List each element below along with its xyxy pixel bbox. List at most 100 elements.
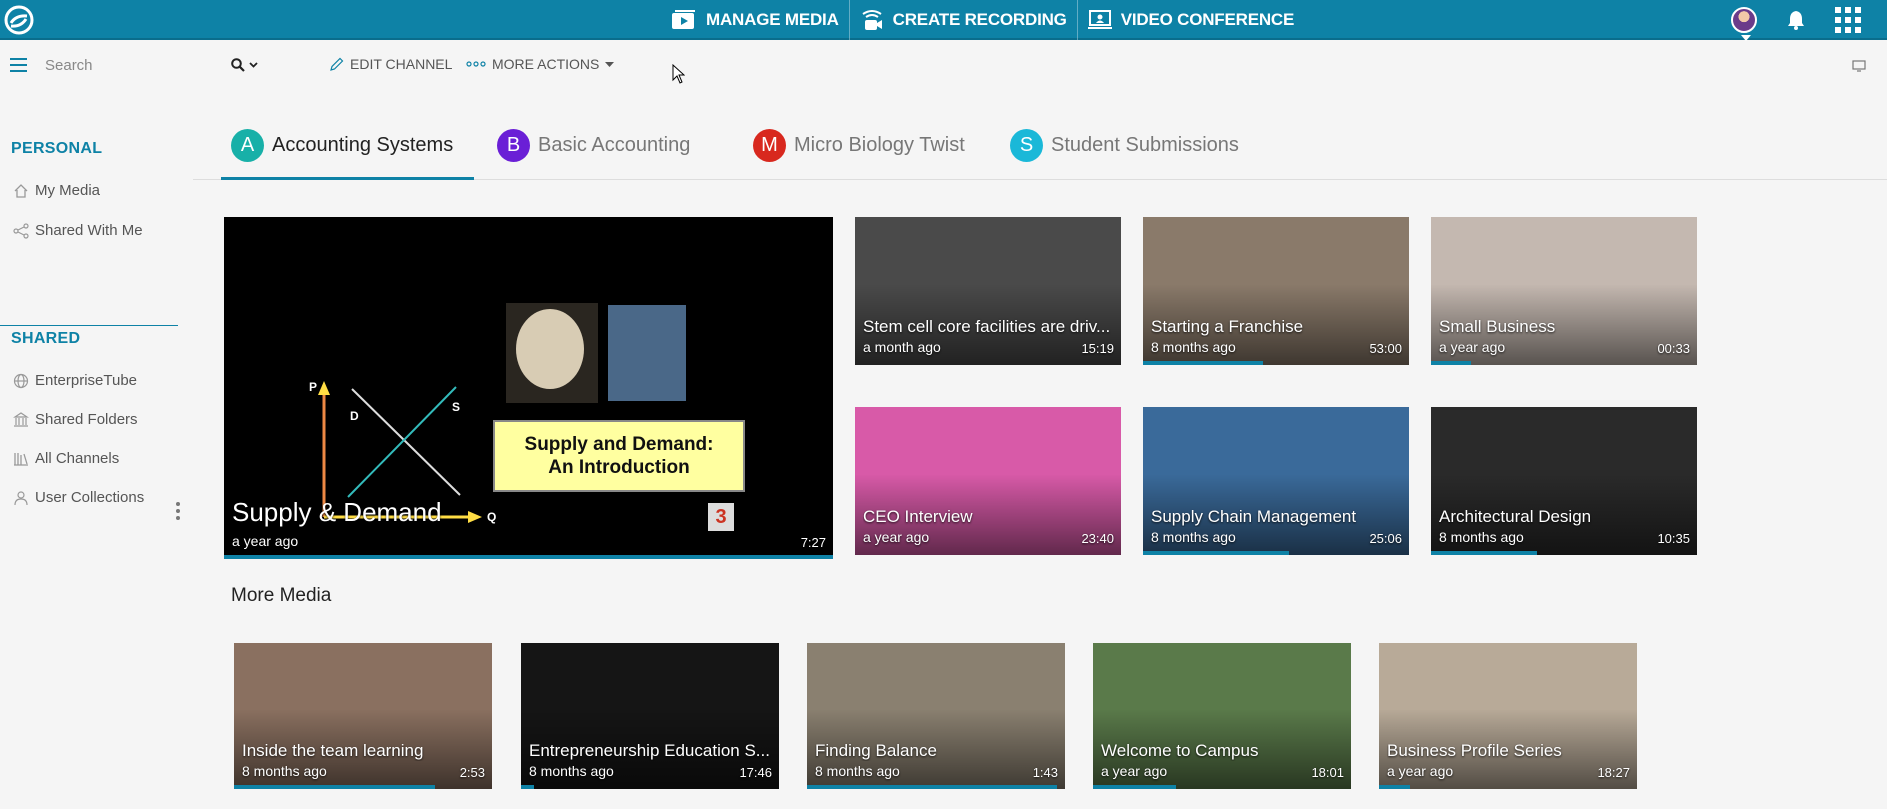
sidebar-item-enterprisetube[interactable]: EnterpriseTube xyxy=(13,372,137,389)
video-card[interactable]: Architectural Design 8 months ago 10:35 xyxy=(1431,407,1697,555)
video-ago: 8 months ago xyxy=(1151,339,1236,355)
edit-channel-label: EDIT CHANNEL xyxy=(350,56,453,72)
create-recording-label: CREATE RECORDING xyxy=(892,10,1067,29)
library-icon xyxy=(14,452,28,466)
screen-icon[interactable] xyxy=(1852,60,1866,72)
top-navigation: MANAGE MEDIA CREATE RECORDING VIDEO CONF… xyxy=(661,0,1304,40)
more-options-icon[interactable] xyxy=(176,502,180,523)
video-card[interactable]: Supply Chain Management 8 months ago 25:06 xyxy=(1143,407,1409,555)
more-actions-button[interactable]: MORE ACTIONS xyxy=(466,56,615,72)
video-ago: 8 months ago xyxy=(529,763,614,779)
supply-label: S xyxy=(452,400,461,414)
recording-icon xyxy=(862,10,882,30)
more-actions-label: MORE ACTIONS xyxy=(492,56,600,72)
sidebar-item-label: User Collections xyxy=(35,489,145,506)
progress-bar xyxy=(1379,785,1410,789)
video-title: Stem cell core facilities are driv... xyxy=(863,317,1111,336)
progress-bar xyxy=(224,555,833,559)
tab-avatar: M xyxy=(753,129,786,162)
video-duration: 18:27 xyxy=(1597,765,1630,780)
slide-title-line: Supply and Demand: xyxy=(524,434,714,455)
video-title: Supply & Demand xyxy=(232,497,442,527)
progress-bar xyxy=(1143,551,1290,555)
search-icon xyxy=(231,58,245,72)
video-ago: 8 months ago xyxy=(1439,529,1524,545)
tab-basic-accounting[interactable]: B Basic Accounting xyxy=(497,120,690,180)
tab-label: Student Submissions xyxy=(1051,134,1239,156)
video-card[interactable]: Inside the team learning 8 months ago 2:53 xyxy=(234,643,492,789)
video-duration: 2:53 xyxy=(459,765,485,780)
progress-bar xyxy=(521,785,534,789)
video-conference-button[interactable]: VIDEO CONFERENCE xyxy=(1078,0,1304,40)
video-title: Finding Balance xyxy=(815,741,937,760)
video-card[interactable]: Welcome to Campus a year ago 18:01 xyxy=(1093,643,1351,789)
bell-icon[interactable] xyxy=(1787,10,1805,30)
video-card[interactable]: CEO Interview a year ago 23:40 xyxy=(855,407,1121,555)
sidebar-divider xyxy=(0,325,178,326)
sidebar-item-label: Shared With Me xyxy=(35,222,143,239)
mouse-cursor-icon xyxy=(672,64,685,84)
video-ago: a month ago xyxy=(863,339,941,355)
video-card[interactable]: Stem cell core facilities are driv... a m… xyxy=(855,217,1121,365)
pencil-icon xyxy=(330,57,344,71)
video-duration: 17:46 xyxy=(739,765,772,780)
sidebar-item-label: My Media xyxy=(35,182,101,199)
personal-section-title: PERSONAL xyxy=(11,140,103,157)
video-duration: 10:35 xyxy=(1657,531,1690,546)
edit-channel-button[interactable]: EDIT CHANNEL xyxy=(329,56,452,72)
manage-media-button[interactable]: MANAGE MEDIA xyxy=(661,0,849,40)
demand-label: D xyxy=(350,409,359,423)
slide-title: Supply and Demand: An Introduction xyxy=(494,433,744,479)
tab-student-submissions[interactable]: S Student Submissions xyxy=(1010,120,1239,180)
sidebar-item-my-media[interactable]: My Media xyxy=(13,182,100,199)
manage-media-label: MANAGE MEDIA xyxy=(706,10,839,29)
video-duration: 25:06 xyxy=(1369,531,1402,546)
search-button[interactable] xyxy=(231,58,258,72)
conference-icon xyxy=(1087,10,1112,29)
featured-video-card[interactable]: P Q D S Supply and Demand: An Introducti… xyxy=(224,217,833,559)
user-icon xyxy=(14,490,28,505)
video-ago: a year ago xyxy=(863,529,930,545)
shared-section-title: SHARED xyxy=(11,330,81,347)
axis-p-label: P xyxy=(309,380,318,394)
menu-icon[interactable] xyxy=(10,58,27,72)
video-duration: 18:01 xyxy=(1311,765,1344,780)
video-title: Welcome to Campus xyxy=(1101,741,1259,760)
sidebar-item-label: All Channels xyxy=(35,450,120,467)
video-title: Architectural Design xyxy=(1439,507,1592,526)
progress-bar xyxy=(1093,785,1176,789)
home-icon xyxy=(14,183,28,198)
video-card[interactable]: Business Profile Series a year ago 18:27 xyxy=(1379,643,1637,789)
video-title: Small Business xyxy=(1439,317,1556,336)
sidebar-item-shared-folders[interactable]: Shared Folders xyxy=(13,411,138,428)
video-ago: 8 months ago xyxy=(242,763,327,779)
video-duration: 53:00 xyxy=(1369,341,1402,356)
caret-down-icon xyxy=(605,61,615,67)
slide-title-line: An Introduction xyxy=(548,457,690,478)
tab-label: Accounting Systems xyxy=(272,134,454,156)
tab-label: Micro Biology Twist xyxy=(794,134,965,156)
video-card[interactable]: Starting a Franchise 8 months ago 53:00 xyxy=(1143,217,1409,365)
more-media-title: More Media xyxy=(231,585,332,606)
tab-micro-biology-twist[interactable]: M Micro Biology Twist xyxy=(753,120,965,180)
sidebar-item-user-collections[interactable]: User Collections xyxy=(13,489,144,506)
more-dots-icon xyxy=(466,61,486,67)
video-title: Business Profile Series xyxy=(1387,741,1562,760)
sidebar-item-shared-with-me[interactable]: Shared With Me xyxy=(13,222,143,239)
video-conference-label: VIDEO CONFERENCE xyxy=(1120,10,1295,29)
video-card[interactable]: Small Business a year ago 00:33 xyxy=(1431,217,1697,365)
top-bar: MANAGE MEDIA CREATE RECORDING VIDEO CONF… xyxy=(0,0,1887,41)
share-icon xyxy=(13,222,29,239)
progress-bar xyxy=(234,785,436,789)
apps-grid-icon[interactable] xyxy=(1835,7,1861,33)
create-recording-button[interactable]: CREATE RECORDING xyxy=(850,0,1077,40)
progress-bar xyxy=(807,785,1058,789)
logo-icon[interactable] xyxy=(2,3,36,37)
sidebar-item-all-channels[interactable]: All Channels xyxy=(13,450,119,467)
progress-bar xyxy=(1431,361,1471,365)
user-avatar[interactable] xyxy=(1731,7,1757,41)
video-card[interactable]: Entrepreneurship Education S... 8 months … xyxy=(521,643,779,789)
search-input[interactable] xyxy=(45,54,215,76)
video-card[interactable]: Finding Balance 8 months ago 1:43 xyxy=(807,643,1065,789)
tab-accounting-systems[interactable]: A Accounting Systems xyxy=(221,120,474,180)
